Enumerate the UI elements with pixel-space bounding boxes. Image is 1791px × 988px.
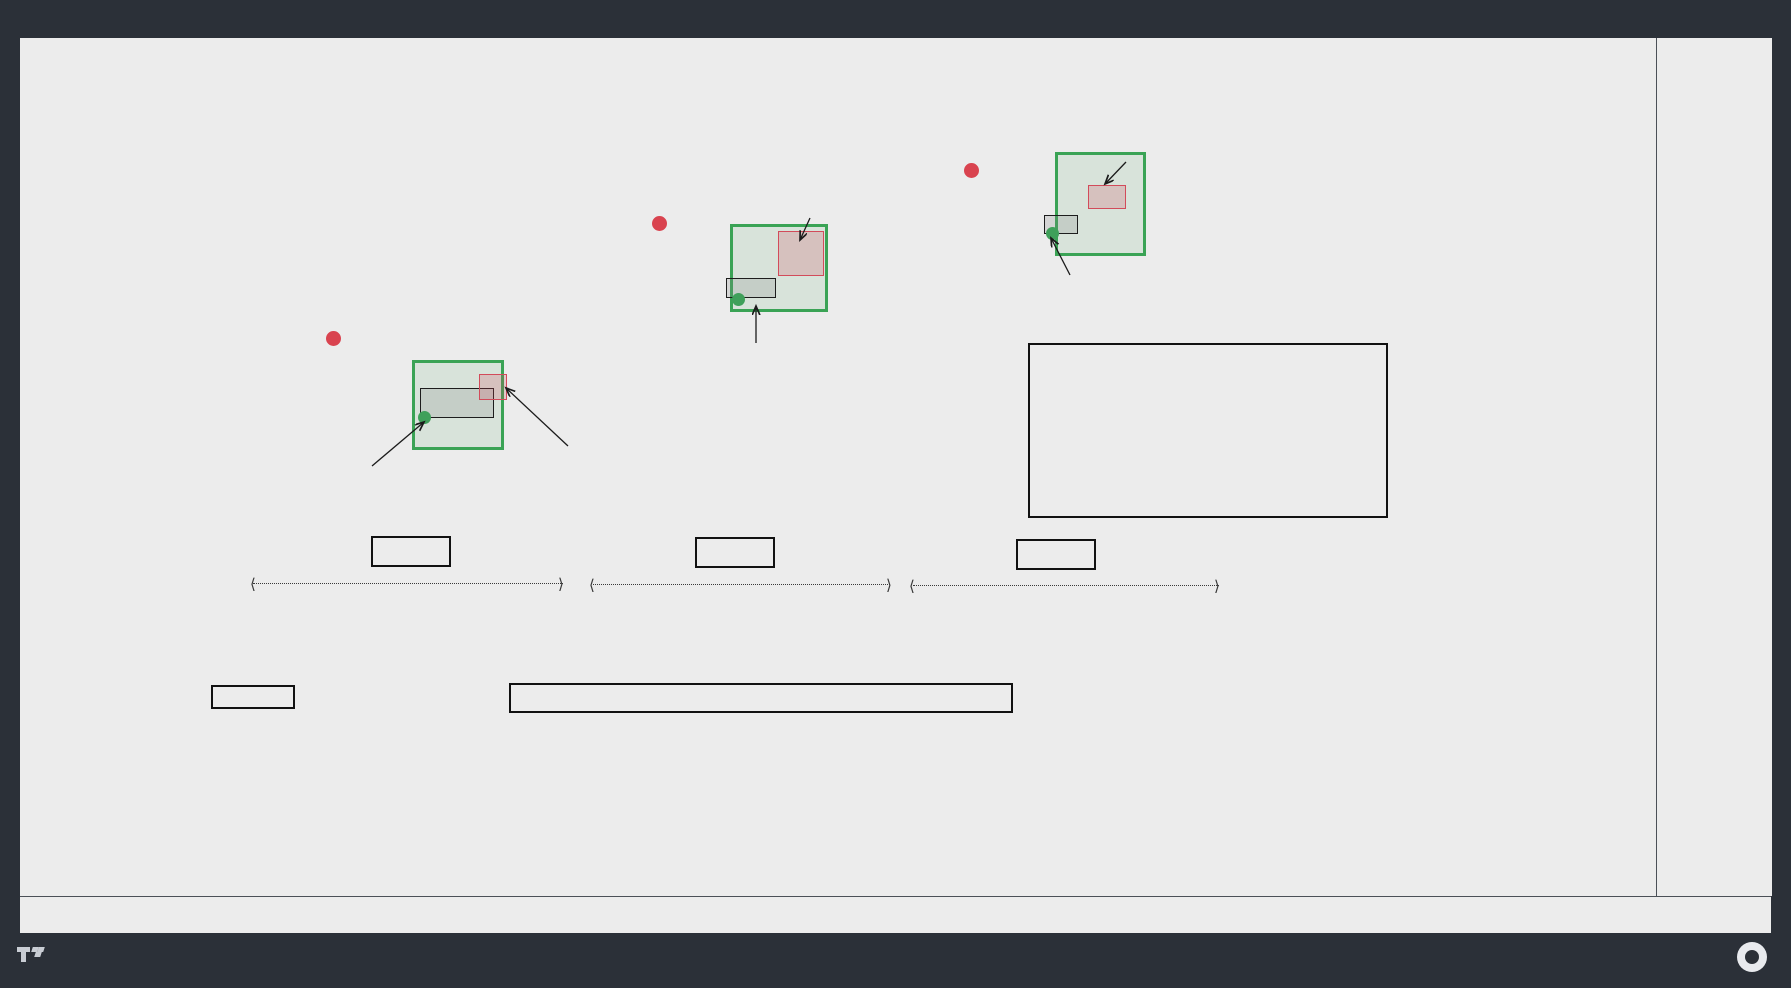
correction-box-2 xyxy=(778,231,824,276)
cycle-label-1 xyxy=(371,536,451,567)
correction-box-1 xyxy=(479,374,507,400)
top-attribution-bar xyxy=(0,0,1791,38)
cycle-label-3 xyxy=(1016,539,1096,570)
cycle-span-3-right-caret: ⟩ xyxy=(1214,578,1220,595)
tops-bottoms-label xyxy=(509,683,1013,713)
tradingview-logo[interactable] xyxy=(17,945,56,963)
cycle-span-1 xyxy=(253,583,563,585)
cycle-ath-dot-1 xyxy=(326,331,341,346)
cycle-bottom-dot-3 xyxy=(1046,227,1059,240)
green-year-info-box xyxy=(1028,343,1388,518)
annotation-leader-lines xyxy=(371,161,1127,467)
cycle-span-2 xyxy=(593,584,890,586)
cycle-span-1-right-caret: ⟩ xyxy=(558,576,564,593)
cycle-span-3-left-caret: ⟨ xyxy=(909,578,915,595)
first-halving-label xyxy=(211,685,295,709)
price-axis[interactable] xyxy=(1656,38,1772,896)
cycle-ath-dot-2 xyxy=(652,216,667,231)
cycle-span-2-right-caret: ⟩ xyxy=(886,577,892,594)
cycle-ath-dot-3 xyxy=(964,163,979,178)
cycle-bottom-dot-2 xyxy=(732,293,745,306)
time-axis[interactable] xyxy=(20,896,1771,934)
median-price-box-3 xyxy=(1088,185,1126,209)
weibo-watermark xyxy=(1737,942,1775,972)
price-plot[interactable]: ⟨ ⟩ ⟨ ⟩ ⟨ ⟩ xyxy=(20,38,1656,896)
chart-area[interactable]: ⟨ ⟩ ⟨ ⟩ ⟨ ⟩ xyxy=(20,38,1772,934)
cycle-span-1-left-caret: ⟨ xyxy=(250,576,256,593)
cycle-span-2-left-caret: ⟨ xyxy=(589,577,595,594)
bottom-bar xyxy=(0,933,1791,988)
tradingview-mark-icon xyxy=(17,945,47,963)
cycle-label-2 xyxy=(695,537,775,568)
cycle-span-3 xyxy=(913,585,1219,587)
weibo-icon xyxy=(1737,942,1767,972)
cycle-bottom-dot-1 xyxy=(418,411,431,424)
